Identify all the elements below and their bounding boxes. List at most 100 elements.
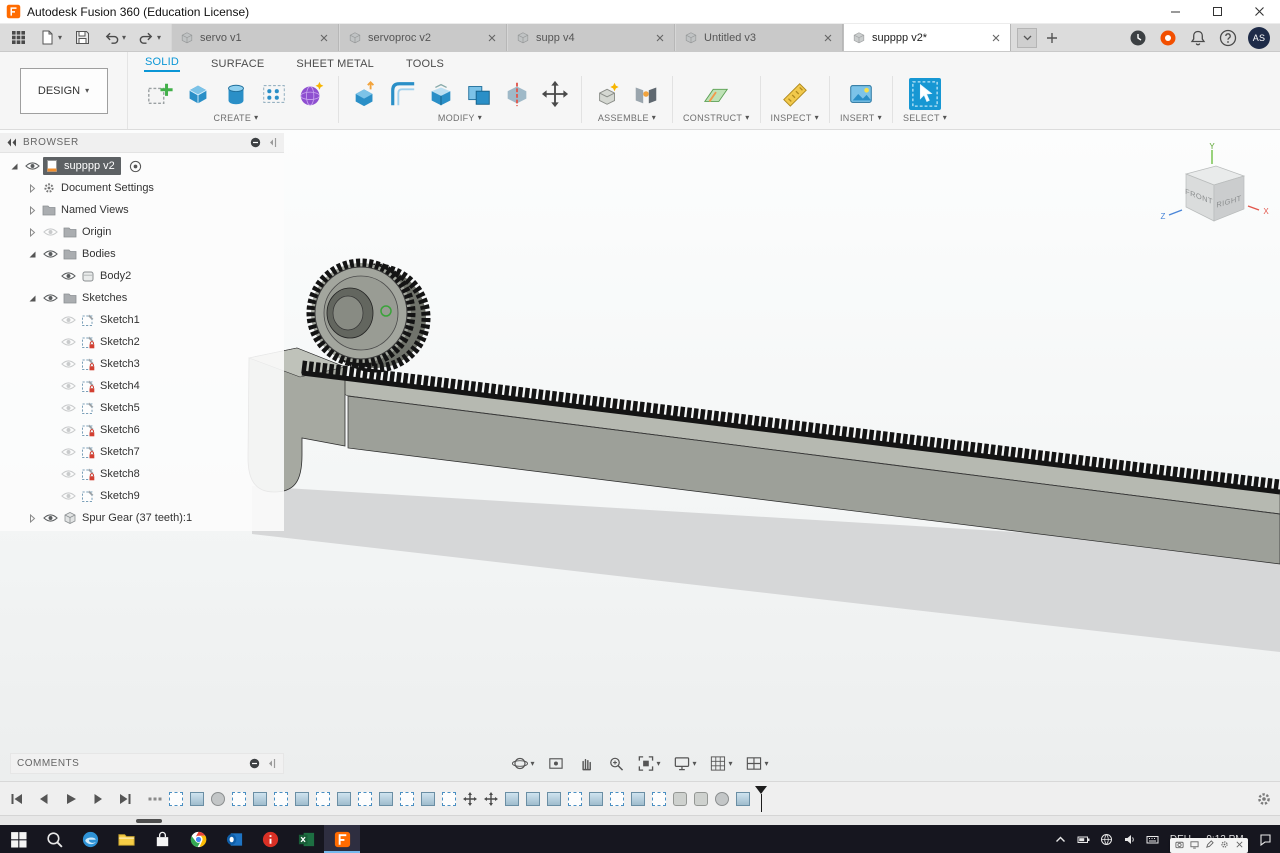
- browser-row-sketch9[interactable]: Sketch9: [0, 485, 284, 507]
- timeline-feature-sketch[interactable]: [169, 791, 183, 806]
- timeline-feature-circle[interactable]: [211, 791, 225, 806]
- globe-icon[interactable]: [1100, 833, 1113, 846]
- fit-nav-button[interactable]: ▾: [635, 753, 662, 774]
- expander-collapsed-icon[interactable]: [24, 513, 40, 523]
- save-button[interactable]: [70, 27, 95, 49]
- chrome-taskbar-icon[interactable]: [180, 825, 216, 853]
- timeline-feature-extrude[interactable]: [253, 791, 267, 806]
- close-tab-icon[interactable]: [318, 32, 330, 44]
- pen-overlay-icon[interactable]: [1205, 839, 1214, 852]
- timeline-feature-sketch[interactable]: [652, 791, 666, 806]
- pan-nav-button[interactable]: [575, 753, 596, 774]
- undo-button[interactable]: ▾: [99, 27, 130, 49]
- browser-row-sketches[interactable]: Sketches: [0, 287, 284, 309]
- visibility-eye-icon[interactable]: [40, 513, 61, 523]
- browser-row-sketch6[interactable]: Sketch6: [0, 419, 284, 441]
- construction-plane-icon[interactable]: [700, 78, 732, 110]
- redo-button[interactable]: ▾: [134, 27, 165, 49]
- create-sketch-icon[interactable]: [144, 78, 176, 110]
- timeline-feature-cylinder[interactable]: [694, 791, 708, 806]
- timeline-feature-extrude[interactable]: [190, 791, 204, 806]
- close-overlay-icon[interactable]: [1235, 840, 1244, 852]
- action-center-icon[interactable]: [1259, 833, 1272, 846]
- move-icon[interactable]: [539, 78, 571, 110]
- group-dropdown-label[interactable]: SELECT ▾: [903, 113, 947, 123]
- panel-handle-icon[interactable]: [267, 137, 278, 148]
- visibility-eye-icon[interactable]: [58, 403, 79, 413]
- explorer-taskbar-icon[interactable]: [108, 825, 144, 853]
- skip-end-button[interactable]: [116, 791, 134, 807]
- user-avatar[interactable]: AS: [1248, 26, 1270, 49]
- outlook-taskbar-icon[interactable]: [216, 825, 252, 853]
- edge-taskbar-icon[interactable]: [72, 825, 108, 853]
- speaker-icon[interactable]: [1123, 833, 1136, 846]
- timeline-feature-extrude[interactable]: [547, 791, 561, 806]
- timeline-feature-sketch[interactable]: [316, 791, 330, 806]
- expander-collapsed-icon[interactable]: [24, 205, 40, 215]
- comments-handle-icon[interactable]: [266, 758, 277, 769]
- document-tab-untitled-v3[interactable]: Untitled v3: [675, 24, 844, 51]
- timeline-feature-sketch[interactable]: [568, 791, 582, 806]
- timeline-feature-sketch[interactable]: [358, 791, 372, 806]
- expander-expanded-icon[interactable]: [24, 294, 40, 303]
- browser-row-sketch7[interactable]: Sketch7: [0, 441, 284, 463]
- orbit-nav-button[interactable]: ▾: [509, 753, 536, 774]
- close-tab-icon[interactable]: [654, 32, 666, 44]
- expander-collapsed-icon[interactable]: [24, 227, 40, 237]
- browser-row-sketch2[interactable]: Sketch2: [0, 331, 284, 353]
- document-tab-supp-v4[interactable]: supp v4: [507, 24, 676, 51]
- close-tab-icon[interactable]: [822, 32, 834, 44]
- extensions-icon[interactable]: [1158, 28, 1178, 48]
- visibility-eye-icon[interactable]: [58, 491, 79, 501]
- maximize-button[interactable]: [1196, 0, 1238, 24]
- timeline-feature-extrude[interactable]: [589, 791, 603, 806]
- browser-row-named-views[interactable]: Named Views: [0, 199, 284, 221]
- viewports-nav-button[interactable]: ▾: [744, 753, 771, 774]
- camera-overlay-icon[interactable]: [1174, 840, 1184, 852]
- viewport-canvas[interactable]: BROWSER supppp v2 Document Settings Named …: [0, 130, 1280, 781]
- browser-row-sketch8[interactable]: Sketch8: [0, 463, 284, 485]
- group-dropdown-label[interactable]: CONSTRUCT ▾: [683, 113, 750, 123]
- insert-image-icon[interactable]: [845, 78, 877, 110]
- info-taskbar-icon[interactable]: [252, 825, 288, 853]
- timeline-feature-move[interactable]: [463, 791, 477, 806]
- browser-row-spur-gear-37-teeth-1[interactable]: Spur Gear (37 teeth):1: [0, 507, 284, 529]
- workspace-selector[interactable]: DESIGN ▾: [19, 67, 108, 114]
- visibility-eye-icon[interactable]: [40, 227, 61, 237]
- document-tab-servo-v1[interactable]: servo v1: [171, 24, 340, 51]
- timeline-feature-extrude[interactable]: [337, 791, 351, 806]
- excel-taskbar-icon[interactable]: [288, 825, 324, 853]
- timeline-marker[interactable]: [754, 785, 768, 812]
- browser-row-origin[interactable]: Origin: [0, 221, 284, 243]
- press-pull-icon[interactable]: [349, 78, 381, 110]
- visibility-eye-icon[interactable]: [58, 425, 79, 435]
- collapse-panel-icon[interactable]: [6, 137, 17, 148]
- shell-icon[interactable]: [425, 78, 457, 110]
- help-icon[interactable]: [1218, 28, 1238, 48]
- create-form-icon[interactable]: [296, 78, 328, 110]
- group-dropdown-label[interactable]: INSPECT ▾: [771, 113, 819, 123]
- visibility-eye-icon[interactable]: [40, 249, 61, 259]
- timeline-feature-circle[interactable]: [715, 791, 729, 806]
- browser-row-sketch5[interactable]: Sketch5: [0, 397, 284, 419]
- timeline-feature-extrude[interactable]: [526, 791, 540, 806]
- browser-row-sketch4[interactable]: Sketch4: [0, 375, 284, 397]
- timeline-feature-dots[interactable]: [148, 792, 162, 806]
- select-cursor-icon[interactable]: [909, 78, 941, 110]
- split-body-icon[interactable]: [501, 78, 533, 110]
- visibility-eye-icon[interactable]: [58, 337, 79, 347]
- fillet-icon[interactable]: [387, 78, 419, 110]
- timeline-feature-move[interactable]: [484, 791, 498, 806]
- timeline-feature-extrude[interactable]: [295, 791, 309, 806]
- look-at-nav-button[interactable]: [545, 753, 566, 774]
- chevron-up-icon[interactable]: [1054, 833, 1067, 846]
- comments-minimize-icon[interactable]: [249, 758, 260, 769]
- timeline-settings-icon[interactable]: [1256, 791, 1272, 807]
- timeline-feature-extrude[interactable]: [505, 791, 519, 806]
- combine-icon[interactable]: [463, 78, 495, 110]
- ribbon-tab-surface[interactable]: SURFACE: [210, 56, 265, 72]
- step-back-button[interactable]: [35, 791, 53, 807]
- new-tab-button[interactable]: [1043, 29, 1061, 47]
- view-cube[interactable]: Y FRONT RIGHT X Z: [1156, 142, 1272, 246]
- group-dropdown-label[interactable]: ASSEMBLE ▾: [598, 113, 656, 123]
